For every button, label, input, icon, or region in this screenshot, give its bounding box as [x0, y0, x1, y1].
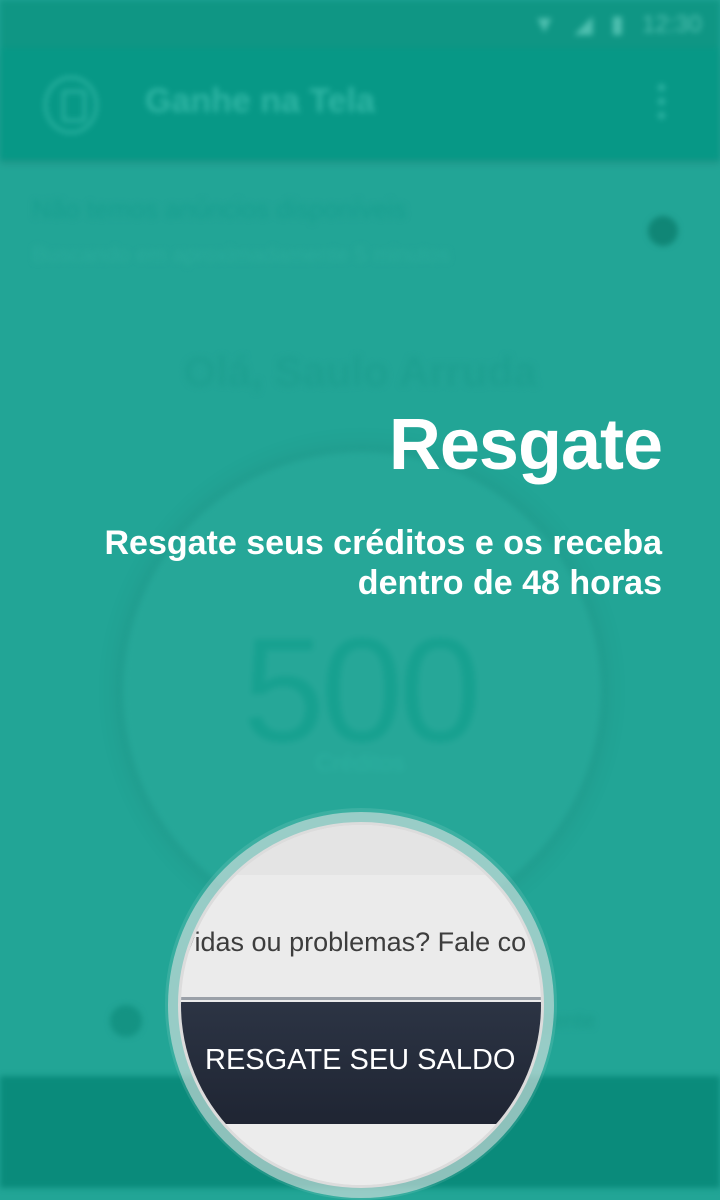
app-title: Ganhe na Tela — [145, 82, 375, 120]
greeting: Olá, Saulo Arruda — [183, 348, 537, 395]
tutorial-title: Resgate — [388, 405, 663, 485]
magnifier-lens: vidas ou problemas? Fale co RESGATE SEU … — [178, 822, 544, 1188]
contact-text[interactable]: vidas ou problemas? Fale co — [181, 927, 526, 958]
signal-icon: ◢ — [574, 11, 593, 38]
redeem-balance-button[interactable]: RESGATE SEU SALDO — [181, 1002, 541, 1124]
app-bar: Ganhe na Tela — [0, 48, 720, 160]
status-bar: ▼ ◢ ▮ 12:30 — [0, 0, 720, 48]
overflow-menu-icon[interactable] — [655, 84, 667, 124]
divider — [181, 997, 541, 1000]
credits-label: Créditos — [315, 750, 405, 777]
info-icon[interactable] — [648, 216, 678, 246]
ads-status-title: Não temos anúncios disponíveis — [32, 194, 407, 224]
status-time: 12:30 — [641, 10, 702, 38]
ads-status-subtitle: Buscando em aproximadamente 5 minutos — [32, 242, 451, 267]
battery-icon: ▮ — [610, 11, 624, 38]
tutorial-description: Resgate seus créditos e os receba dentro… — [104, 524, 663, 602]
redeem-balance-label: RESGATE SEU SALDO — [205, 1044, 516, 1076]
help-icon[interactable] — [110, 1005, 142, 1037]
wifi-icon: ▼ — [532, 10, 557, 38]
app-logo-icon — [44, 76, 98, 134]
